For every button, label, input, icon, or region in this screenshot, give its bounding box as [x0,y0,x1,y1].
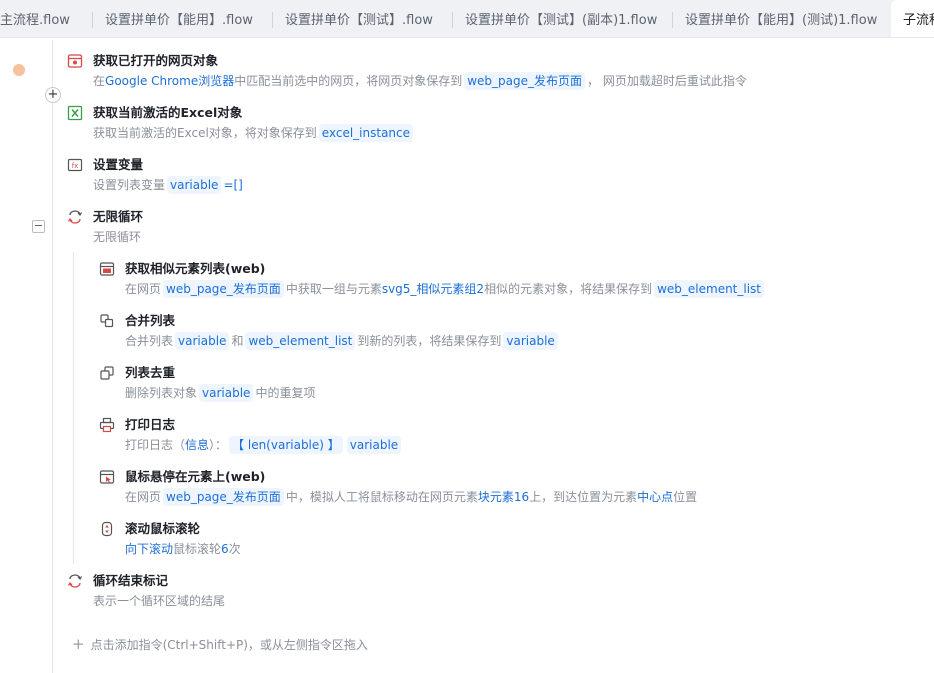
variable-chip[interactable]: variable [199,384,254,402]
step-title: 无限循环 [93,209,144,224]
tab-label: 设置拼单价【能用】.flow [105,13,253,28]
step-title: 鼠标悬停在元素上(web) [125,469,266,484]
breakpoint-dot[interactable] [13,64,25,76]
step-desc: 在Google Chrome浏览器中匹配当前选中的网页，将网页对象保存到 web_… [93,72,747,90]
step-title: 列表去重 [125,365,176,380]
step-desc: 获取当前激活的Excel对象，将对象保存到 excel_instance [93,124,415,142]
step-desc: 打印日志（信息）：【 len(variable) 】 variable [125,436,403,454]
scroll-wheel-icon [101,521,113,537]
step-desc: 向下滚动鼠标滚轮6次 [125,542,241,556]
tab-flow-2[interactable]: 设置拼单价【能用】.flow [93,0,273,37]
variable-chip[interactable]: web_page_发布页面 [464,72,586,90]
step-desc: 在网页 web_page_发布页面 中，模拟人工将鼠标移动在网页元素块元素16上，到… [125,488,698,506]
dedupe-icon [100,366,114,380]
tab-label: 主流程.flow [0,13,70,28]
loop-guide-line [73,252,74,564]
step-desc: 表示一个循环区域的结尾 [93,594,226,608]
webpage-icon [67,54,83,68]
web-elements-icon [99,262,115,276]
tab-flow-4[interactable]: 设置拼单价【测试】(副本)1.flow [453,0,673,37]
step-title: 获取当前激活的Excel对象 [93,105,243,120]
tab-label: 子流程 [903,13,934,28]
loop-end-icon [67,574,83,588]
step-title: 获取相似元素列表(web) [125,261,266,276]
collapse-loop-toggle[interactable]: − [32,220,45,233]
tab-label: 设置拼单价【能用】(测试)1.flow [685,13,878,28]
step-title: 打印日志 [125,417,176,432]
step-desc: 删除列表对象 variable 中的重复项 [125,384,316,402]
tab-flow-3[interactable]: 设置拼单价【测试】.flow [273,0,453,37]
tab-flow-5[interactable]: 设置拼单价【能用】(测试)1.flow [673,0,891,37]
plus-icon: + [72,635,85,653]
excel-icon [67,105,83,121]
merge-list-icon [100,314,114,328]
variable-chip[interactable]: variable [175,332,230,350]
tab-label: 设置拼单价【测试】(副本)1.flow [465,13,658,28]
svg-text:fx: fx [72,162,79,170]
tab-label: 设置拼单价【测试】.flow [285,13,433,28]
variable-icon: fx [67,158,83,172]
hover-icon [99,470,115,484]
variable-chip[interactable]: web_page_发布页面 [163,280,284,298]
step-title: 滚动鼠标滚轮 [125,521,201,536]
tab-bar: 主流程.flow 设置拼单价【能用】.flow 设置拼单价【测试】.flow 设… [0,0,934,38]
add-instruction-hint[interactable]: + 点击添加指令(Ctrl+Shift+P)，或从左侧指令区拖入 [72,635,368,653]
step-desc: 设置列表变量 variable =[] [93,176,243,194]
step-desc: 无限循环 [93,230,142,244]
expression-chip[interactable]: 【 len(variable) 】 [229,436,343,454]
tab-main-flow[interactable]: 主流程.flow [0,0,93,37]
step-title: 合并列表 [125,313,176,328]
variable-chip[interactable]: variable [346,436,402,454]
flow-guide-line [52,40,53,673]
variable-chip[interactable]: web_element_list [654,280,765,298]
step-title: 循环结束标记 [93,573,169,588]
loop-icon [67,210,83,224]
insert-step-button[interactable]: + [45,87,61,103]
step-desc: 合并列表 variable 和 web_element_list 到新的列表，将结果保存… [125,332,560,350]
step-desc: 在网页 web_page_发布页面 中获取一组与元素svg5_相似元素组2相似的元素… [125,280,766,298]
variable-chip[interactable]: variable [503,332,558,350]
step-title: 获取已打开的网页对象 [93,53,219,68]
variable-chip[interactable]: variable [167,176,222,194]
variable-chip[interactable]: excel_instance [318,124,414,142]
tab-subflow-active[interactable]: 子流程 [891,0,934,37]
step-title: 设置变量 [93,157,144,172]
add-hint-text: 点击添加指令(Ctrl+Shift+P)，或从左侧指令区拖入 [90,638,368,652]
variable-chip[interactable]: web_page_发布页面 [163,488,284,506]
printer-icon [99,417,115,433]
variable-chip[interactable]: web_element_list [245,332,356,350]
